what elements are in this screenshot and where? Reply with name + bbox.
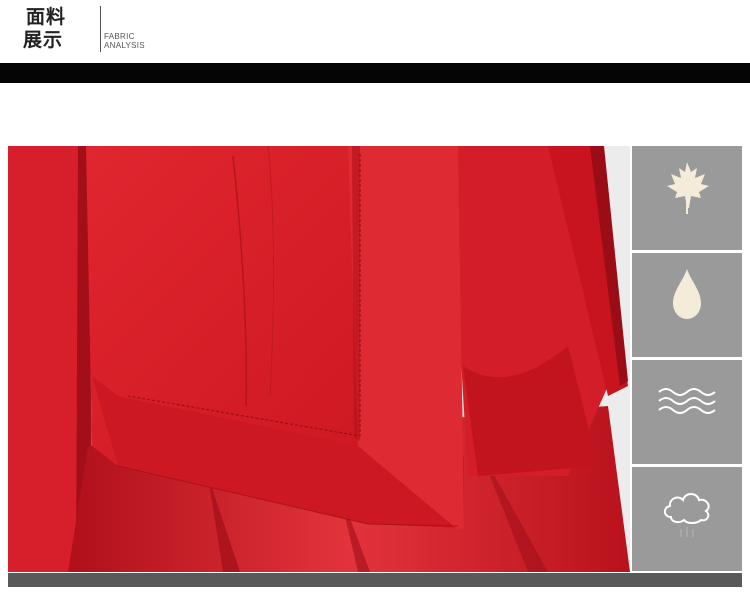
header-black-bar bbox=[0, 63, 750, 83]
section-title-english: FABRIC ANALYSIS bbox=[104, 32, 145, 50]
fabric-feature-sidebar bbox=[632, 146, 742, 572]
maple-leaf-icon bbox=[667, 162, 709, 214]
header-divider bbox=[100, 6, 101, 52]
feature-panel-warmth bbox=[632, 146, 742, 250]
fabric-photo-art bbox=[8, 146, 630, 572]
feature-panel-absorbency bbox=[632, 253, 742, 357]
section-title-chinese: 面料 展示 bbox=[23, 6, 67, 52]
section-title-line1: 面料 bbox=[26, 6, 67, 28]
water-drop-icon bbox=[673, 269, 701, 319]
fabric-photo bbox=[8, 146, 630, 572]
page-header: 面料 展示 FABRIC ANALYSIS bbox=[0, 0, 750, 62]
section-title-line2: 展示 bbox=[23, 29, 64, 51]
section-subtitle-line1: FABRIC bbox=[104, 32, 135, 41]
section-subtitle-line2: ANALYSIS bbox=[104, 41, 145, 50]
cloud-icon bbox=[663, 493, 710, 537]
feature-panel-breathability bbox=[632, 467, 742, 571]
bottom-gray-bar bbox=[8, 573, 742, 587]
feature-panel-softness bbox=[632, 360, 742, 464]
waves-icon bbox=[658, 388, 716, 414]
